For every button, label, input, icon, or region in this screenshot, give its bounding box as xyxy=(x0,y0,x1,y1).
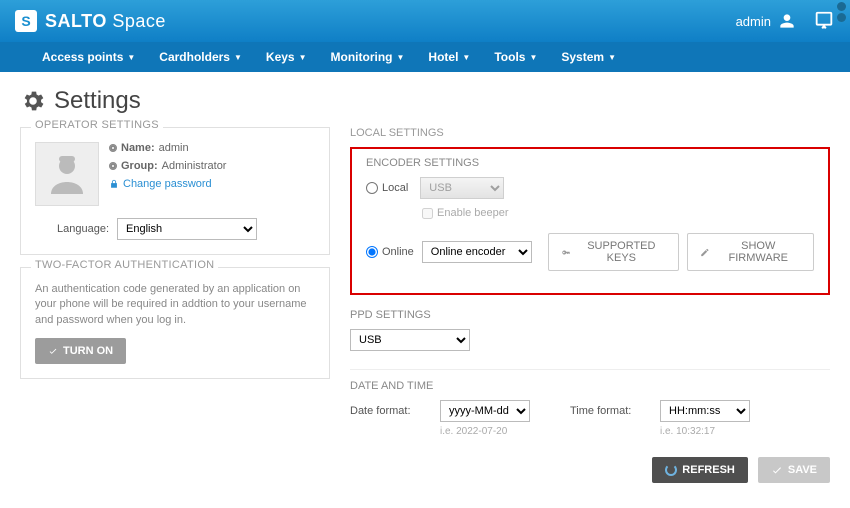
nav-hotel[interactable]: Hotel▼ xyxy=(416,42,482,72)
brand-text: SALTO Space xyxy=(45,11,166,32)
page-title-row: Settings xyxy=(20,87,830,115)
bullet-icon xyxy=(109,144,117,152)
date-time-heading: DATE AND TIME xyxy=(350,380,830,392)
chevron-down-icon: ▼ xyxy=(234,53,242,62)
refresh-button[interactable]: REFRESH xyxy=(652,457,748,483)
chevron-down-icon: ▼ xyxy=(608,53,616,62)
operator-name-line: Name: admin xyxy=(109,142,226,154)
bullet-icon xyxy=(109,162,117,170)
header-dot[interactable] xyxy=(837,2,846,11)
turn-on-button[interactable]: TURN ON xyxy=(35,338,126,364)
enable-beeper-checkbox xyxy=(422,208,433,219)
avatar xyxy=(35,142,99,206)
pencil-icon xyxy=(700,247,710,258)
two-factor-heading: TWO-FACTOR AUTHENTICATION xyxy=(31,259,218,271)
operator-name-label: Name: xyxy=(121,142,155,154)
encoder-online-radio[interactable] xyxy=(366,246,378,258)
check-icon xyxy=(771,464,783,476)
encoder-local-radio[interactable] xyxy=(366,182,378,194)
save-button[interactable]: SAVE xyxy=(758,457,830,483)
chevron-down-icon: ▼ xyxy=(529,53,537,62)
page-content: Settings OPERATOR SETTINGS Name: admin xyxy=(0,72,850,447)
user-icon[interactable] xyxy=(777,11,797,31)
change-password-link[interactable]: Change password xyxy=(123,178,212,190)
nav-monitoring[interactable]: Monitoring▼ xyxy=(319,42,417,72)
encoder-local-select: USB xyxy=(420,177,504,199)
chevron-down-icon: ▼ xyxy=(127,53,135,62)
language-select[interactable]: English xyxy=(117,218,257,240)
two-factor-panel: TWO-FACTOR AUTHENTICATION An authenticat… xyxy=(20,267,330,379)
avatar-placeholder-icon xyxy=(43,150,91,198)
header-info-dots xyxy=(837,2,846,22)
encoder-local-radio-label[interactable]: Local xyxy=(366,182,408,194)
app-header: S SALTO Space admin xyxy=(0,0,850,42)
header-dot[interactable] xyxy=(837,13,846,22)
operator-group-value: Administrator xyxy=(162,160,227,172)
key-icon xyxy=(561,247,571,258)
chevron-down-icon: ▼ xyxy=(462,53,470,62)
enable-beeper-label: Enable beeper xyxy=(437,207,509,219)
footer-actions: REFRESH SAVE xyxy=(0,447,850,495)
encoder-online-select[interactable]: Online encoder xyxy=(422,241,532,263)
date-example: i.e. 2022-07-20 xyxy=(440,426,530,437)
encoder-settings-heading: ENCODER SETTINGS xyxy=(366,157,814,169)
nav-tools[interactable]: Tools▼ xyxy=(482,42,549,72)
chevron-down-icon: ▼ xyxy=(299,53,307,62)
nav-keys[interactable]: Keys▼ xyxy=(254,42,319,72)
operator-group-label: Group: xyxy=(121,160,158,172)
gear-icon xyxy=(20,88,46,114)
time-format-select[interactable]: HH:mm:ss xyxy=(660,400,750,422)
operator-settings-panel: OPERATOR SETTINGS Name: admin Grou xyxy=(20,127,330,255)
operator-settings-heading: OPERATOR SETTINGS xyxy=(31,119,163,131)
page-title: Settings xyxy=(54,87,141,115)
operator-group-line: Group: Administrator xyxy=(109,160,226,172)
time-format-label: Time format: xyxy=(570,405,650,417)
check-icon xyxy=(48,346,58,356)
ppd-select[interactable]: USB xyxy=(350,329,470,351)
time-example: i.e. 10:32:17 xyxy=(660,426,750,437)
brand-bold: SALTO xyxy=(45,11,107,31)
supported-keys-button[interactable]: SUPPORTED KEYS xyxy=(548,233,679,271)
ppd-settings-heading: PPD SETTINGS xyxy=(350,309,830,321)
encoder-settings-box: ENCODER SETTINGS Local USB Enable beeper xyxy=(350,147,830,295)
encoder-online-radio-label[interactable]: Online xyxy=(366,246,414,258)
show-firmware-button[interactable]: SHOW FIRMWARE xyxy=(687,233,814,271)
enable-beeper-row: Enable beeper xyxy=(422,207,814,219)
brand-light: Space xyxy=(112,11,166,31)
language-label: Language: xyxy=(35,223,109,235)
date-format-select[interactable]: yyyy-MM-dd xyxy=(440,400,530,422)
lock-icon xyxy=(109,179,119,189)
logo-badge: S xyxy=(15,10,37,32)
date-format-label: Date format: xyxy=(350,405,430,417)
chevron-down-icon: ▼ xyxy=(397,53,405,62)
device-icon[interactable] xyxy=(813,10,835,32)
nav-cardholders[interactable]: Cardholders▼ xyxy=(147,42,254,72)
header-right: admin xyxy=(736,10,835,32)
spinner-icon xyxy=(665,464,677,476)
operator-name-value: admin xyxy=(159,142,189,154)
current-user-label[interactable]: admin xyxy=(736,14,771,29)
nav-access-points[interactable]: Access points▼ xyxy=(30,42,147,72)
main-nav: Access points▼ Cardholders▼ Keys▼ Monito… xyxy=(0,42,850,72)
nav-system[interactable]: System▼ xyxy=(549,42,628,72)
change-password-line[interactable]: Change password xyxy=(109,178,226,190)
local-settings-heading: LOCAL SETTINGS xyxy=(350,127,830,139)
two-factor-description: An authentication code generated by an a… xyxy=(35,282,315,328)
